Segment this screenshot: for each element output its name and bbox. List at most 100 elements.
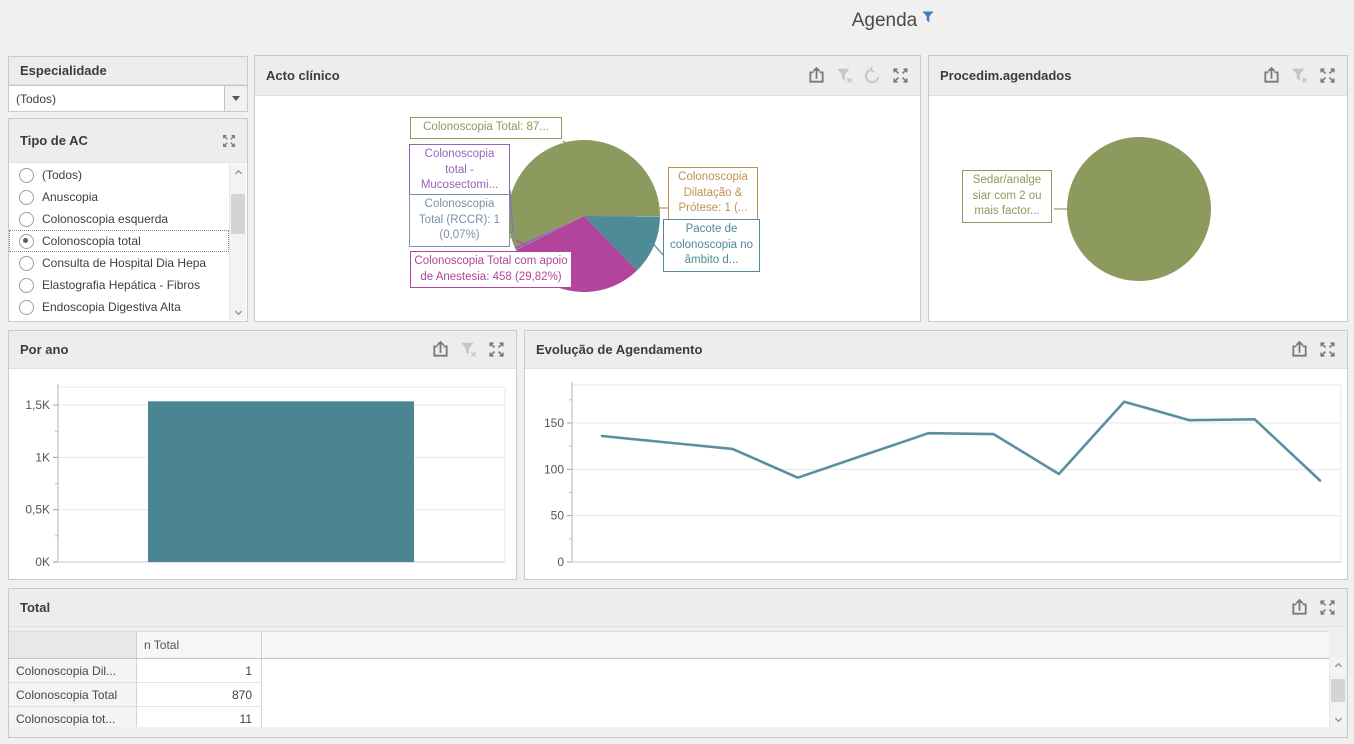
radio-icon — [19, 168, 34, 183]
panel-procedim-agendados-title: Procedim.agendados — [940, 68, 1262, 83]
scrollbar-thumb[interactable] — [1331, 679, 1345, 702]
callout-sedar-analgesiar[interactable]: Sedar/analge siar com 2 ou mais factor..… — [962, 170, 1052, 223]
clear-filter-icon[interactable] — [835, 66, 854, 85]
panel-tipo-de-ac: Tipo de AC (Todos) Anuscopia Colonoscopia … — [8, 118, 248, 322]
panel-por-ano-title: Por ano — [20, 342, 431, 357]
panel-por-ano-header: Por ano — [9, 331, 516, 369]
export-icon[interactable] — [1262, 66, 1281, 85]
maximize-icon[interactable] — [1318, 340, 1337, 359]
clear-filter-icon[interactable] — [1290, 66, 1309, 85]
export-icon[interactable] — [807, 66, 826, 85]
radio-icon — [19, 190, 34, 205]
callout-mucosectomia[interactable]: Colonoscopia total - Mucosectomi... — [409, 144, 510, 197]
tipo-ac-option[interactable]: Consulta de Hospital Dia Hepa — [9, 252, 229, 274]
especialidade-value: (Todos) — [9, 86, 224, 111]
callout-dilatacao-protese[interactable]: Colonoscopia Dilatação & Prótese: 1 (... — [668, 167, 758, 220]
clear-filter-icon[interactable] — [459, 340, 478, 359]
panel-por-ano: Por ano 0K 0,5K 1K 1,5K — [8, 330, 517, 580]
tipo-ac-option[interactable]: Anuscopia — [9, 186, 229, 208]
tipo-ac-option-label: Anuscopia — [42, 190, 98, 204]
panel-especialidade-header: Especialidade — [9, 57, 247, 85]
table-row[interactable]: Colonoscopia tot...11 — [9, 707, 1329, 727]
dropdown-arrow-icon — [232, 96, 240, 101]
panel-tipo-de-ac-title: Tipo de AC — [20, 133, 221, 148]
scrollbar-track[interactable] — [1330, 673, 1346, 711]
y-axis-label: 1,5K — [25, 398, 50, 412]
panel-total-title: Total — [20, 600, 1290, 615]
table-cell-n-total: 870 — [137, 683, 262, 707]
export-icon[interactable] — [431, 340, 450, 359]
tipo-ac-option-label: Consulta de Hospital Dia Hepa — [42, 256, 206, 270]
tipo-ac-option-label: Elastografia Hepática - Fibros — [42, 278, 200, 292]
tipo-ac-option[interactable]: Elastografia Hepática - Fibros — [9, 274, 229, 296]
y-axis-label: 0 — [557, 555, 564, 569]
table-row[interactable]: Colonoscopia Total870 — [9, 683, 1329, 707]
table-header-filler — [262, 632, 1329, 658]
tipo-ac-option[interactable]: (Todos) — [9, 164, 229, 186]
y-axis-label: 1K — [35, 450, 50, 464]
acto-clinico-chart-body: Colonoscopia Total: 87... Colonoscopia to… — [255, 96, 920, 321]
panel-evolucao-header: Evolução de Agendamento — [525, 331, 1347, 369]
bar-chart: 0K 0,5K 1K 1,5K — [9, 369, 516, 579]
procedim-agendados-chart-body: Sedar/analge siar com 2 ou mais factor..… — [929, 96, 1347, 321]
callout-anestesia[interactable]: Colonoscopia Total com apoio de Anestesi… — [410, 251, 572, 288]
especialidade-dropdown-button[interactable] — [224, 86, 247, 111]
por-ano-chart-body: 0K 0,5K 1K 1,5K — [9, 369, 516, 579]
radio-icon — [19, 256, 34, 271]
pie-slice[interactable] — [1067, 137, 1211, 281]
tipo-ac-option-label: Colonoscopia esquerda — [42, 212, 168, 226]
table-header-cell — [9, 632, 137, 658]
tipo-ac-list-body: (Todos) Anuscopia Colonoscopia esquerda Col… — [9, 163, 247, 321]
maximize-icon[interactable] — [1318, 598, 1337, 617]
y-axis-label: 50 — [551, 509, 565, 523]
tipo-ac-option[interactable]: Colonoscopia total — [9, 230, 229, 252]
radio-icon — [19, 212, 34, 227]
panel-especialidade: Especialidade (Todos) — [8, 56, 248, 112]
tipo-ac-option-label: Endoscopia Digestiva Alta — [42, 300, 181, 314]
maximize-icon[interactable] — [1318, 66, 1337, 85]
tipo-ac-option[interactable]: Endoscopia Digestiva Alta — [9, 296, 229, 318]
callout-pacote[interactable]: Pacote de colonoscopia no âmbito d... — [663, 219, 760, 272]
y-axis-label: 0K — [35, 555, 50, 569]
tipo-ac-option-label: (Todos) — [42, 168, 82, 182]
table-row-label: Colonoscopia Total — [9, 683, 137, 707]
export-icon[interactable] — [1290, 598, 1309, 617]
bar[interactable] — [148, 401, 414, 562]
undo-icon[interactable] — [863, 66, 882, 85]
panel-total-header: Total — [9, 589, 1347, 627]
panel-tipo-de-ac-header: Tipo de AC — [9, 119, 247, 163]
page-title: Agenda — [852, 8, 918, 34]
callout-colonoscopia-total[interactable]: Colonoscopia Total: 87... — [410, 117, 562, 139]
table-cell-n-total: 11 — [137, 707, 262, 727]
panel-especialidade-title: Especialidade — [20, 63, 237, 78]
scroll-down-button[interactable] — [230, 304, 246, 320]
maximize-icon[interactable] — [891, 66, 910, 85]
maximize-icon[interactable] — [221, 133, 237, 149]
plot-frame — [572, 385, 1341, 562]
table-row[interactable]: Colonoscopia Dil...1 — [9, 659, 1329, 683]
export-icon[interactable] — [1290, 340, 1309, 359]
scrollbar-thumb[interactable] — [231, 194, 245, 234]
panel-procedim-agendados: Procedim.agendados Sedar/analge siar com… — [928, 55, 1348, 322]
total-grid-scrollbar[interactable] — [1329, 657, 1346, 727]
callout-rccr[interactable]: Colonoscopia Total (RCCR): 1 (0,07%) — [409, 194, 510, 247]
especialidade-combobox[interactable]: (Todos) — [9, 85, 247, 111]
scrollbar-track[interactable] — [230, 180, 246, 304]
radio-icon — [19, 278, 34, 293]
radio-icon — [19, 300, 34, 315]
scroll-up-button[interactable] — [230, 164, 246, 180]
scroll-up-button[interactable] — [1330, 657, 1346, 673]
table-header-cell-n-total: n Total — [137, 632, 262, 658]
panel-procedim-agendados-header: Procedim.agendados — [929, 56, 1347, 96]
panel-acto-clinico-header: Acto clínico — [255, 56, 920, 96]
tipo-ac-option[interactable]: Colonoscopia esquerda — [9, 208, 229, 230]
filter-funnel-blue-icon[interactable] — [922, 11, 934, 23]
total-grid-body: n TotalColonoscopia Dil...1Colonoscopia … — [9, 627, 1347, 737]
y-axis-label: 0,5K — [25, 503, 50, 517]
line-series[interactable] — [602, 402, 1320, 481]
scroll-down-button[interactable] — [1330, 711, 1346, 727]
table-row-label: Colonoscopia tot... — [9, 707, 137, 727]
table-header-row: n Total — [9, 632, 1329, 659]
maximize-icon[interactable] — [487, 340, 506, 359]
tipo-ac-scrollbar[interactable] — [229, 164, 246, 320]
